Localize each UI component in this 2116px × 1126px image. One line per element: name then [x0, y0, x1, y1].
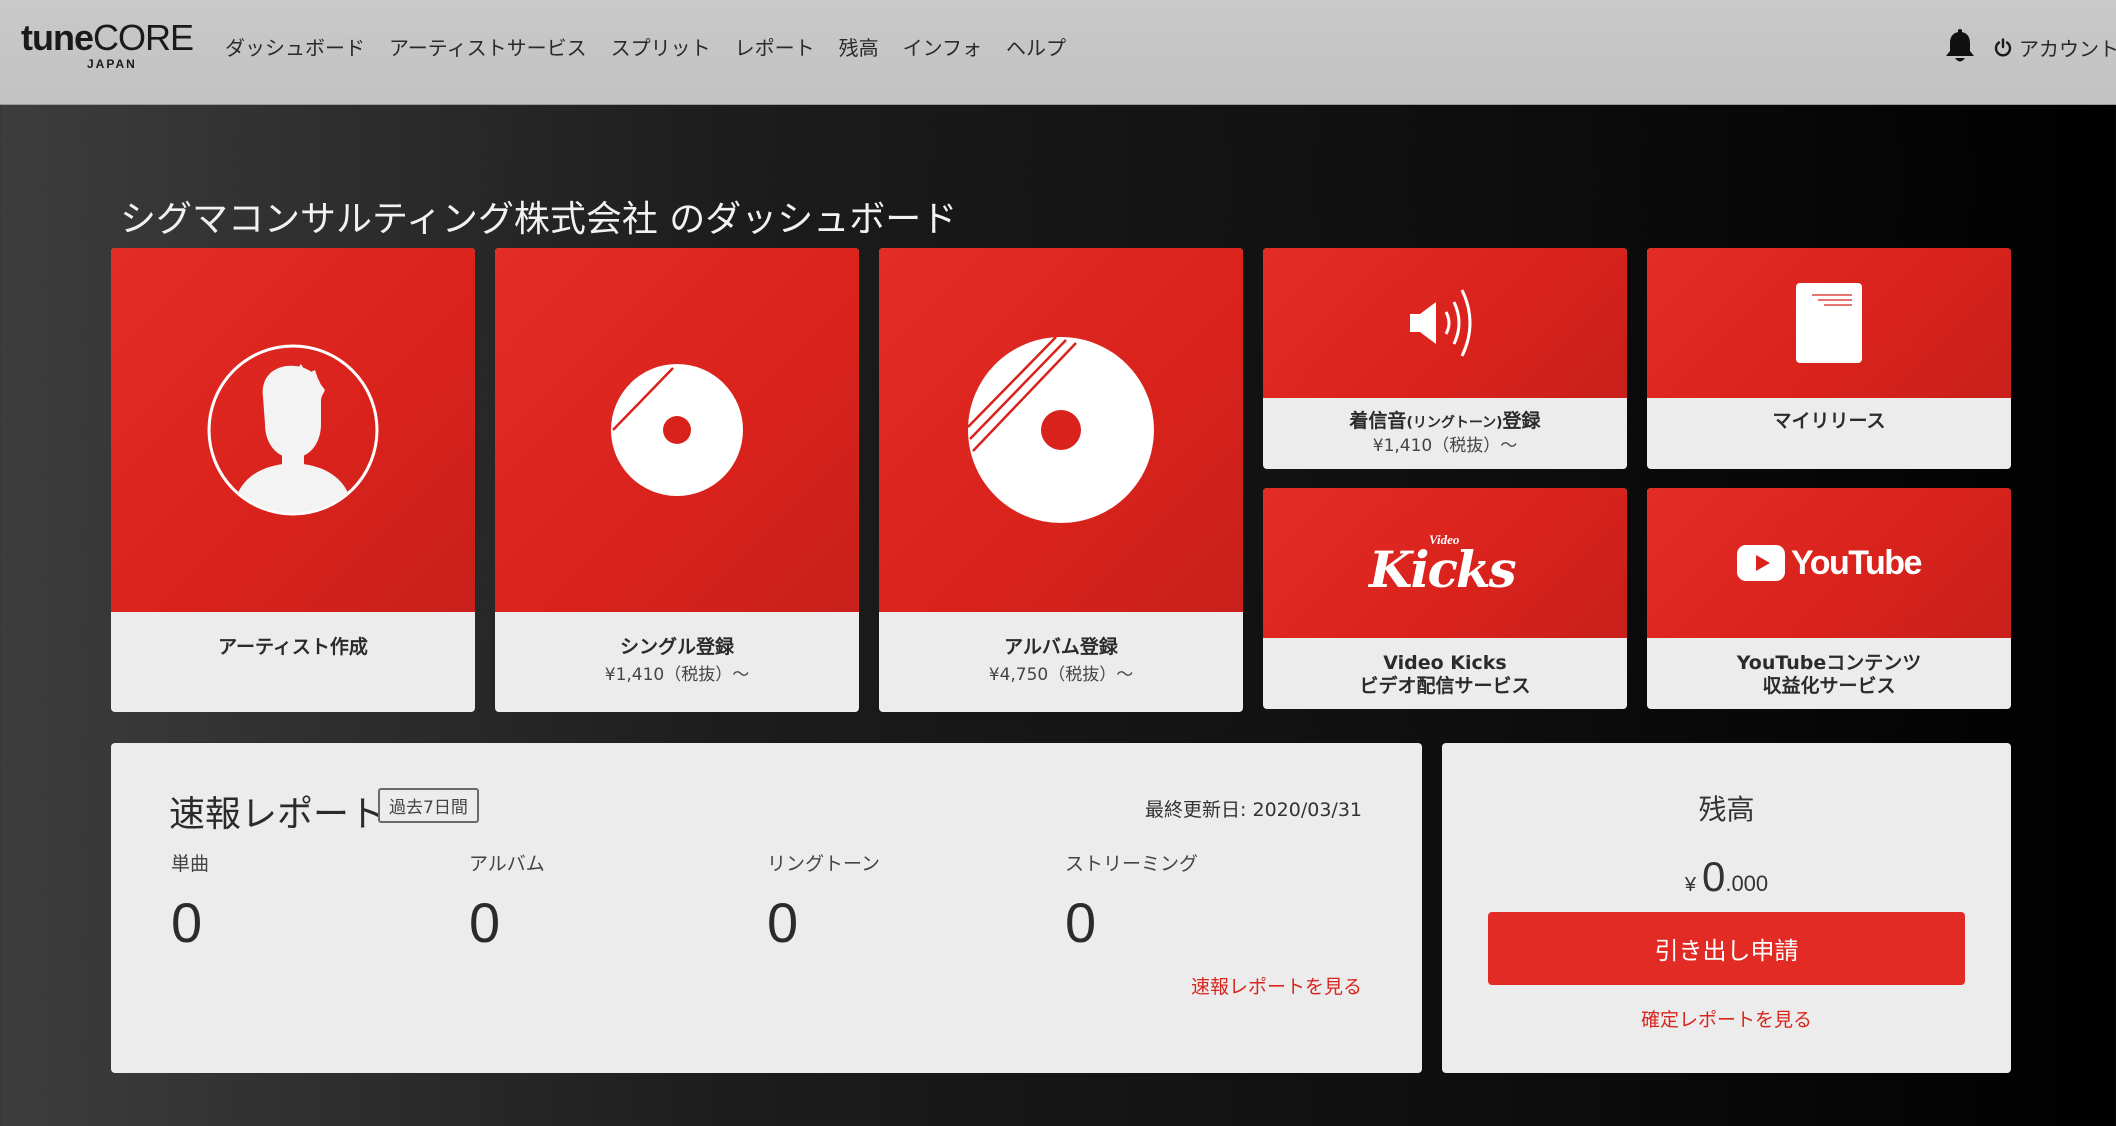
tile-label: シングル登録	[619, 636, 734, 658]
nav-item-help[interactable]: ヘルプ	[1006, 32, 1066, 61]
stat-ringtone: リングトーン 0	[767, 849, 880, 955]
speaker-icon	[1410, 289, 1472, 357]
logo-tune-text: tune	[21, 17, 94, 58]
tile-label-small: (リングトーン)	[1406, 415, 1503, 431]
bell-icon[interactable]	[1943, 29, 1977, 65]
nav-item-info[interactable]: インフォ	[903, 32, 982, 61]
register-single-tile[interactable]: シングル登録 ¥1,410（税抜）～	[495, 248, 859, 712]
tunecore-logo[interactable]: tuneCORE JAPAN	[21, 17, 206, 72]
tile-label: 着信音(リングトーン)登録	[1263, 409, 1627, 434]
register-ringtone-tile[interactable]: 着信音(リングトーン)登録 ¥1,410（税抜）～	[1263, 248, 1627, 469]
nav-item-artist-services[interactable]: アーティストサービス	[389, 32, 587, 61]
youtube-monetization-tile[interactable]: YouTube YouTubeコンテンツ 収益化サービス	[1647, 488, 2011, 709]
video-kicks-logo: Video Kicks	[1365, 528, 1525, 599]
tile-label: アルバム登録	[1004, 636, 1118, 658]
stat-label: アルバム	[469, 853, 545, 875]
view-quick-report-link[interactable]: 速報レポートを見る	[1191, 972, 1362, 999]
stat-single: 単曲 0	[171, 849, 209, 955]
tile-image: Video Kicks	[1263, 488, 1627, 638]
balance-title: 残高	[1698, 793, 1755, 826]
account-menu[interactable]: アカウント	[1993, 33, 2116, 62]
single-disc-icon	[611, 364, 743, 496]
currency-symbol: ¥	[1684, 874, 1696, 896]
my-releases-tile[interactable]: マイリリース	[1647, 248, 2011, 469]
balance-amount: ¥0.000	[1442, 853, 2011, 901]
period-badge: 過去7日間	[378, 788, 479, 823]
tile-price: ¥4,750（税抜）～	[988, 665, 1134, 685]
tile-price: ¥1,410（税抜）～	[604, 665, 750, 685]
account-label: アカウント	[2019, 37, 2116, 61]
tile-image: YouTube	[1647, 488, 2011, 638]
tile-label-line1: Video Kicks	[1383, 652, 1507, 674]
youtube-wordmark: YouTube	[1791, 543, 1922, 582]
logo-wordmark: tuneCORE	[21, 17, 194, 58]
logo-kicks-text: Kicks	[1369, 540, 1517, 599]
tile-image	[879, 248, 1243, 612]
stat-value: 0	[469, 891, 501, 954]
stat-value: 0	[767, 891, 799, 954]
video-kicks-tile[interactable]: Video Kicks Video Kicks ビデオ配信サービス	[1263, 488, 1627, 709]
power-icon	[1994, 37, 2012, 56]
stat-value: 0	[1065, 891, 1097, 954]
tile-label-line2: ビデオ配信サービス	[1359, 675, 1531, 697]
last-updated: 最終更新日: 2020/03/31	[1145, 799, 1362, 821]
youtube-play-icon	[1737, 545, 1786, 581]
top-navbar: tuneCORE JAPAN ダッシュボード アーティストサービス スプリット …	[0, 0, 2116, 105]
tile-label-end: 登録	[1502, 410, 1541, 432]
tile-label: マイリリース	[1772, 410, 1886, 432]
logo-core-text: CORE	[93, 17, 194, 58]
tile-image	[495, 248, 859, 612]
amount-integer: 0	[1701, 853, 1726, 900]
nav-item-split[interactable]: スプリット	[611, 32, 711, 61]
tile-price: ¥1,410（税抜）～	[1372, 436, 1518, 456]
balance-panel: 残高 ¥0.000 引き出し申請 確定レポートを見る	[1442, 743, 2011, 1073]
artist-silhouette-icon	[207, 344, 379, 516]
tile-label-line1: YouTubeコンテンツ	[1736, 652, 1922, 674]
album-disc-icon	[967, 336, 1154, 523]
page-title: シグマコンサルティング株式会社 のダッシュボード	[120, 199, 958, 240]
tile-label-line2: 収益化サービス	[1762, 675, 1896, 697]
amount-decimal: .000	[1725, 871, 1769, 896]
main-nav: ダッシュボード アーティストサービス スプリット レポート 残高 インフォ ヘル…	[225, 32, 1090, 61]
stat-label: 単曲	[171, 853, 210, 875]
report-title: 速報レポート	[169, 794, 386, 835]
youtube-logo: YouTube	[1737, 543, 1922, 583]
tile-label-main: 着信音	[1349, 410, 1407, 432]
stat-album: アルバム 0	[469, 849, 545, 955]
stat-label: リングトーン	[767, 853, 881, 875]
create-artist-tile[interactable]: アーティスト作成	[111, 248, 475, 712]
nav-item-balance[interactable]: 残高	[839, 32, 879, 61]
stat-label: ストリーミング	[1065, 853, 1199, 875]
tile-image	[1647, 248, 2011, 398]
stat-value: 0	[171, 891, 203, 954]
document-icon	[1796, 283, 1862, 363]
tile-label: アーティスト作成	[218, 636, 368, 658]
tile-image	[111, 248, 475, 612]
quick-report-panel: 速報レポート 過去7日間 最終更新日: 2020/03/31 単曲 0 アルバム…	[111, 743, 1422, 1073]
view-confirmed-report-link[interactable]: 確定レポートを見る	[1442, 1005, 2011, 1032]
withdraw-request-button[interactable]: 引き出し申請	[1488, 912, 1965, 985]
stat-streaming: ストリーミング 0	[1065, 849, 1198, 955]
nav-item-dashboard[interactable]: ダッシュボード	[225, 32, 365, 61]
logo-sub-text: JAPAN	[87, 57, 137, 71]
tile-image	[1263, 248, 1627, 398]
register-album-tile[interactable]: アルバム登録 ¥4,750（税抜）～	[879, 248, 1243, 712]
nav-item-report[interactable]: レポート	[735, 32, 815, 61]
